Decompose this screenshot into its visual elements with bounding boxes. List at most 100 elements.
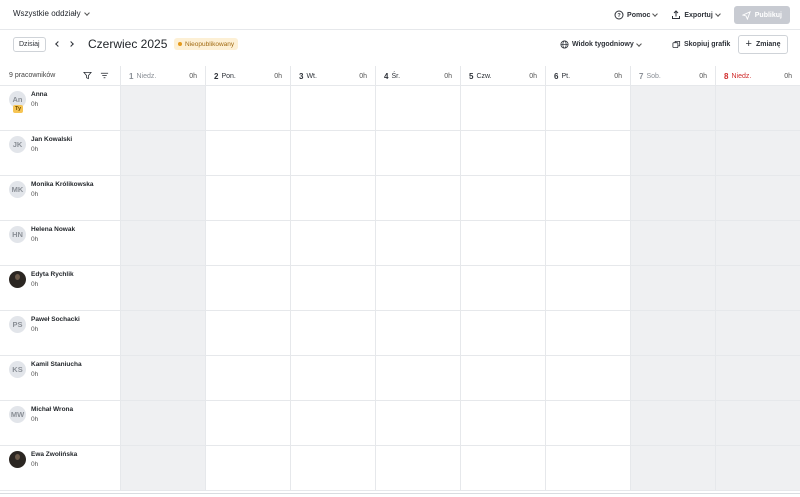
publish-button[interactable]: Publikuj [733, 6, 790, 24]
shift-cell[interactable] [290, 311, 375, 355]
shift-cell[interactable] [460, 311, 545, 355]
today-button[interactable]: Dzisiaj [13, 37, 46, 52]
shift-cell[interactable] [460, 176, 545, 220]
shift-cell[interactable] [120, 446, 205, 490]
shift-cell[interactable] [715, 266, 800, 310]
employee-cell[interactable]: KS Kamil Staniucha 0h [0, 356, 120, 400]
employee-hours: 0h [31, 101, 39, 108]
employee-name: Monika Królikowska [31, 181, 94, 188]
employee-row: Ewa Zwolińska 0h [0, 446, 800, 491]
shift-cell[interactable] [120, 131, 205, 175]
shift-cell[interactable] [460, 266, 545, 310]
shift-cell[interactable] [630, 356, 715, 400]
export-button[interactable]: Exportuj [671, 7, 721, 24]
shift-cell[interactable] [375, 86, 460, 130]
employee-cell[interactable]: Ewa Zwolińska 0h [0, 446, 120, 490]
shift-cell[interactable] [715, 356, 800, 400]
shift-cell[interactable] [120, 176, 205, 220]
shift-cell[interactable] [120, 86, 205, 130]
shift-cell[interactable] [375, 311, 460, 355]
shift-cell[interactable] [630, 446, 715, 490]
employee-cell[interactable]: Edyta Rychlik 0h [0, 266, 120, 310]
shift-cell[interactable] [375, 266, 460, 310]
shift-cell[interactable] [715, 131, 800, 175]
shift-cell[interactable] [630, 266, 715, 310]
shift-cell[interactable] [630, 311, 715, 355]
shift-cell[interactable] [715, 221, 800, 265]
sort-icon[interactable] [100, 71, 109, 80]
help-button[interactable]: ? Pomoc [614, 7, 659, 24]
shift-cell[interactable] [205, 221, 290, 265]
shift-cell[interactable] [205, 131, 290, 175]
shift-cell[interactable] [460, 131, 545, 175]
schedule-grid: 9 pracowników 1 Niedz. 0h 2 Pon. 0h 3 Wt. 0h 4 Śr.… [0, 66, 800, 497]
shift-cell[interactable] [630, 131, 715, 175]
shift-cell[interactable] [630, 221, 715, 265]
shift-cell[interactable] [545, 356, 630, 400]
shift-cell[interactable] [290, 356, 375, 400]
shift-cell[interactable] [120, 356, 205, 400]
employee-cell[interactable]: JK Jan Kowalski 0h [0, 131, 120, 175]
shift-cell[interactable] [545, 221, 630, 265]
shift-cell[interactable] [205, 446, 290, 490]
shift-cell[interactable] [545, 131, 630, 175]
shift-cell[interactable] [545, 266, 630, 310]
shift-cell[interactable] [460, 86, 545, 130]
shift-cell[interactable] [715, 86, 800, 130]
employee-hours: 0h [31, 461, 39, 468]
shift-cell[interactable] [545, 446, 630, 490]
shift-cell[interactable] [630, 176, 715, 220]
shift-cell[interactable] [120, 221, 205, 265]
filter-icon[interactable] [83, 71, 92, 80]
shift-cell[interactable] [290, 131, 375, 175]
department-selector[interactable]: Wszystkie oddziały [13, 9, 90, 18]
day-name: Pon. [221, 72, 236, 80]
shift-cell[interactable] [545, 311, 630, 355]
shift-cell[interactable] [120, 266, 205, 310]
shift-cell[interactable] [460, 356, 545, 400]
shift-cell[interactable] [375, 401, 460, 445]
shift-cell[interactable] [630, 401, 715, 445]
shift-cell[interactable] [205, 401, 290, 445]
shift-cell[interactable] [120, 311, 205, 355]
shift-cell[interactable] [205, 86, 290, 130]
employee-cell[interactable]: HN Helena Nowak 0h [0, 221, 120, 265]
shift-cell[interactable] [290, 446, 375, 490]
shift-cell[interactable] [375, 356, 460, 400]
shift-cell[interactable] [290, 176, 375, 220]
shift-cell[interactable] [375, 446, 460, 490]
shift-cell[interactable] [375, 221, 460, 265]
shift-cell[interactable] [545, 401, 630, 445]
shift-cell[interactable] [460, 401, 545, 445]
add-shift-button[interactable]: + Zmianę [738, 35, 788, 54]
next-week-button[interactable] [66, 39, 76, 49]
employee-cell[interactable]: MW Michał Wrona 0h [0, 401, 120, 445]
shift-cell[interactable] [545, 86, 630, 130]
shift-cell[interactable] [290, 401, 375, 445]
shift-cell[interactable] [205, 176, 290, 220]
shift-cell[interactable] [715, 311, 800, 355]
shift-cell[interactable] [205, 311, 290, 355]
employee-cell[interactable]: An Ty Anna 0h [0, 86, 120, 130]
shift-cell[interactable] [715, 446, 800, 490]
shift-cell[interactable] [715, 176, 800, 220]
view-selector[interactable]: Widok tygodniowy [560, 40, 642, 49]
shift-cell[interactable] [205, 356, 290, 400]
shift-cell[interactable] [375, 176, 460, 220]
shift-cell[interactable] [290, 266, 375, 310]
shift-cell[interactable] [630, 86, 715, 130]
employee-cell[interactable]: PS Paweł Sochacki 0h [0, 311, 120, 355]
shift-cell[interactable] [290, 86, 375, 130]
employee-cell[interactable]: MK Monika Królikowska 0h [0, 176, 120, 220]
shift-cell[interactable] [460, 221, 545, 265]
previous-week-button[interactable] [53, 39, 63, 49]
shift-cell[interactable] [205, 266, 290, 310]
employee-hours: 0h [31, 326, 39, 333]
shift-cell[interactable] [290, 221, 375, 265]
shift-cell[interactable] [460, 446, 545, 490]
shift-cell[interactable] [715, 401, 800, 445]
shift-cell[interactable] [375, 131, 460, 175]
shift-cell[interactable] [120, 401, 205, 445]
shift-cell[interactable] [545, 176, 630, 220]
copy-schedule-button[interactable]: Skopiuj grafik [672, 40, 730, 49]
